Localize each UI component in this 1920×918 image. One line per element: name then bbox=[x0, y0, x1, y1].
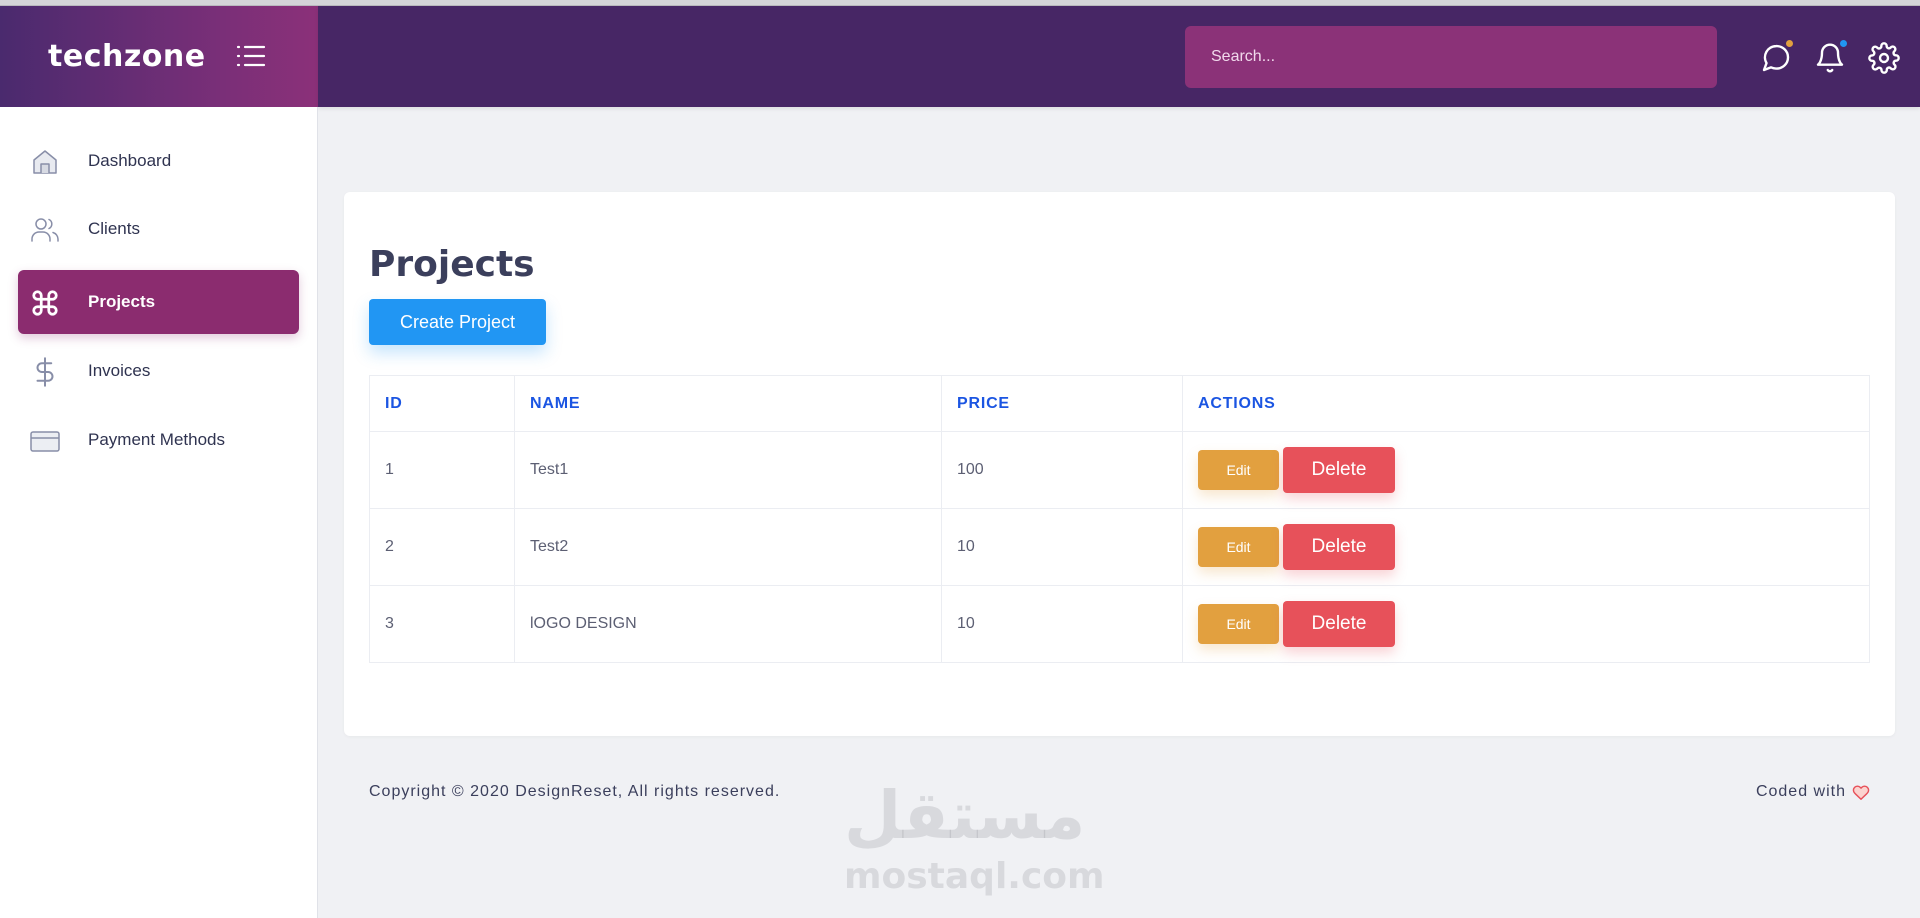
menu-list-icon[interactable] bbox=[236, 44, 266, 68]
footer-copyright: Copyright © 2020 DesignReset, All rights… bbox=[369, 783, 781, 800]
cell-price: 10 bbox=[941, 585, 1183, 663]
delete-button[interactable]: Delete bbox=[1283, 447, 1395, 493]
edit-button[interactable]: Edit bbox=[1198, 527, 1279, 567]
bell-icon[interactable] bbox=[1814, 42, 1846, 74]
cell-actions: Edit Delete bbox=[1182, 431, 1870, 509]
sidebar-item-label: Projects bbox=[88, 292, 156, 311]
footer-coded-with: Coded with bbox=[1756, 783, 1870, 801]
page-title: Projects bbox=[369, 244, 535, 285]
cell-name: lOGO DESIGN bbox=[514, 585, 942, 663]
cell-id: 2 bbox=[369, 508, 515, 586]
heart-icon bbox=[1852, 785, 1870, 800]
edit-button[interactable]: Edit bbox=[1198, 604, 1279, 644]
column-header-name[interactable]: NAME bbox=[514, 375, 942, 432]
cell-actions: Edit Delete bbox=[1182, 585, 1870, 663]
column-header-price[interactable]: PRICE bbox=[941, 375, 1183, 432]
sidebar-item-payment-methods[interactable]: Payment Methods bbox=[18, 408, 299, 472]
search-input[interactable] bbox=[1185, 26, 1717, 88]
sidebar-item-label: Invoices bbox=[88, 361, 151, 380]
edit-button[interactable]: Edit bbox=[1198, 450, 1279, 490]
cell-price: 10 bbox=[941, 508, 1183, 586]
cell-id: 3 bbox=[369, 585, 515, 663]
sidebar-item-dashboard[interactable]: Dashboard bbox=[18, 129, 299, 193]
coded-with-text: Coded with bbox=[1755, 783, 1846, 800]
users-icon bbox=[31, 218, 59, 242]
sidebar: Dashboard Clients Projects Invoices Paym… bbox=[0, 107, 318, 918]
logo[interactable]: techzone bbox=[48, 39, 206, 74]
chat-icon[interactable] bbox=[1760, 42, 1792, 74]
bell-notification-dot bbox=[1840, 40, 1847, 47]
watermark-latin: mostaql.com bbox=[844, 856, 1105, 897]
column-header-id[interactable]: ID bbox=[369, 375, 515, 432]
command-icon bbox=[32, 290, 58, 316]
home-icon bbox=[33, 150, 57, 174]
cell-name: Test1 bbox=[514, 431, 942, 509]
cell-name: Test2 bbox=[514, 508, 942, 586]
projects-card: Projects Create Project ID NAME PRICE AC… bbox=[344, 192, 1895, 736]
dollar-icon bbox=[36, 357, 54, 387]
watermark-arabic: مستقل bbox=[844, 777, 1086, 854]
table-row: 2 Test2 10 Edit Delete bbox=[369, 508, 1870, 586]
sidebar-item-invoices[interactable]: Invoices bbox=[18, 339, 299, 403]
cell-price: 100 bbox=[941, 431, 1183, 509]
sidebar-item-label: Clients bbox=[88, 219, 140, 238]
chat-notification-dot bbox=[1786, 40, 1793, 47]
sidebar-item-projects[interactable]: Projects bbox=[18, 270, 299, 334]
table-row: 1 Test1 100 Edit Delete bbox=[369, 431, 1870, 509]
brand-bar: techzone bbox=[0, 6, 318, 107]
cell-actions: Edit Delete bbox=[1182, 508, 1870, 586]
projects-table: ID NAME PRICE ACTIONS 1 Test1 100 Edit De… bbox=[369, 375, 1870, 663]
top-header bbox=[318, 6, 1920, 107]
column-header-actions: ACTIONS bbox=[1182, 375, 1870, 432]
credit-card-icon bbox=[30, 431, 60, 452]
gear-icon[interactable] bbox=[1868, 42, 1900, 74]
sidebar-item-clients[interactable]: Clients bbox=[18, 197, 299, 261]
table-header-row: ID NAME PRICE ACTIONS bbox=[369, 375, 1870, 432]
sidebar-item-label: Dashboard bbox=[88, 151, 172, 170]
sidebar-item-label: Payment Methods bbox=[88, 430, 226, 449]
cell-id: 1 bbox=[369, 431, 515, 509]
create-project-button[interactable]: Create Project bbox=[369, 299, 546, 345]
delete-button[interactable]: Delete bbox=[1283, 524, 1395, 570]
delete-button[interactable]: Delete bbox=[1283, 601, 1395, 647]
table-row: 3 lOGO DESIGN 10 Edit Delete bbox=[369, 585, 1870, 663]
